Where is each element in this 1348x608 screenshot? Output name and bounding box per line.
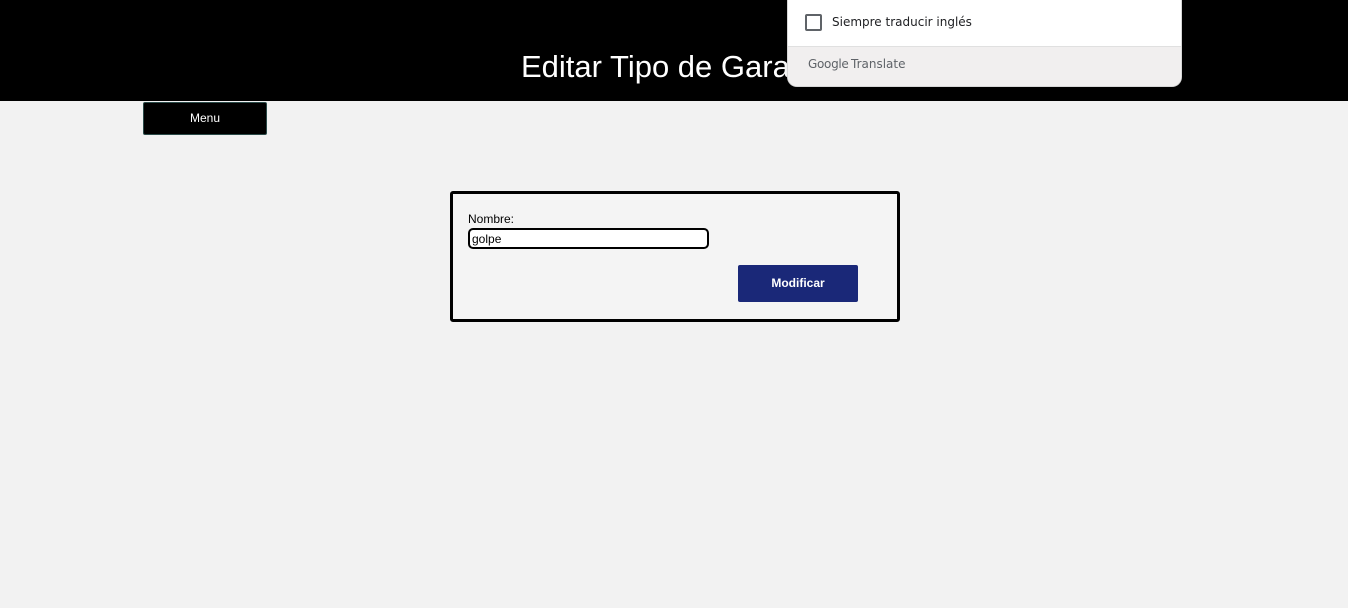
edit-form: Nombre: Modificar: [450, 191, 900, 322]
page: Editar Tipo de Garan Menu Nombre: Modifi…: [0, 0, 1348, 608]
google-logo: Google: [808, 57, 849, 71]
name-input[interactable]: [468, 228, 709, 249]
menu-button[interactable]: Menu: [143, 102, 267, 135]
page-title: Editar Tipo de Garan: [521, 49, 808, 84]
translate-brand-text: Translate: [851, 57, 906, 71]
always-translate-label: Siempre traducir inglés: [832, 15, 972, 29]
always-translate-row[interactable]: Siempre traducir inglés: [788, 0, 1181, 46]
always-translate-checkbox[interactable]: [805, 14, 822, 31]
translate-popup: Siempre traducir inglés Google Translate: [787, 0, 1182, 87]
name-label: Nombre:: [468, 212, 515, 226]
modify-button[interactable]: Modificar: [738, 265, 858, 302]
translate-footer: Google Translate: [788, 46, 1181, 86]
